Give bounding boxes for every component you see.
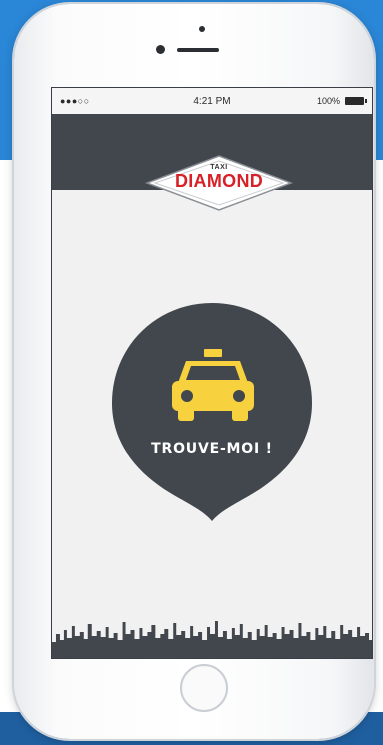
battery-icon: [345, 97, 367, 105]
find-me-button[interactable]: TROUVE-MOI !: [110, 301, 314, 521]
phone-frame: ●●●○○ 4:21 PM 100% TAXI DIAMOND TROUVE-M…: [14, 4, 374, 739]
logo-big-text: DIAMOND: [174, 171, 264, 191]
sensor-dot: [199, 26, 205, 32]
logo-small-text: TAXI: [210, 164, 228, 171]
find-me-label: TROUVE-MOI !: [151, 441, 273, 457]
camera: [156, 45, 165, 54]
home-button[interactable]: [180, 664, 228, 712]
battery-percent: 100%: [316, 96, 340, 106]
status-bar: ●●●○○ 4:21 PM 100%: [52, 88, 372, 114]
taxi-icon: [172, 349, 254, 421]
speaker-grille: [177, 48, 219, 52]
taxi-diamond-logo: TAXI DIAMOND: [145, 154, 293, 212]
city-skyline: [52, 621, 372, 658]
app-screen: ●●●○○ 4:21 PM 100% TAXI DIAMOND TROUVE-M…: [51, 87, 373, 659]
